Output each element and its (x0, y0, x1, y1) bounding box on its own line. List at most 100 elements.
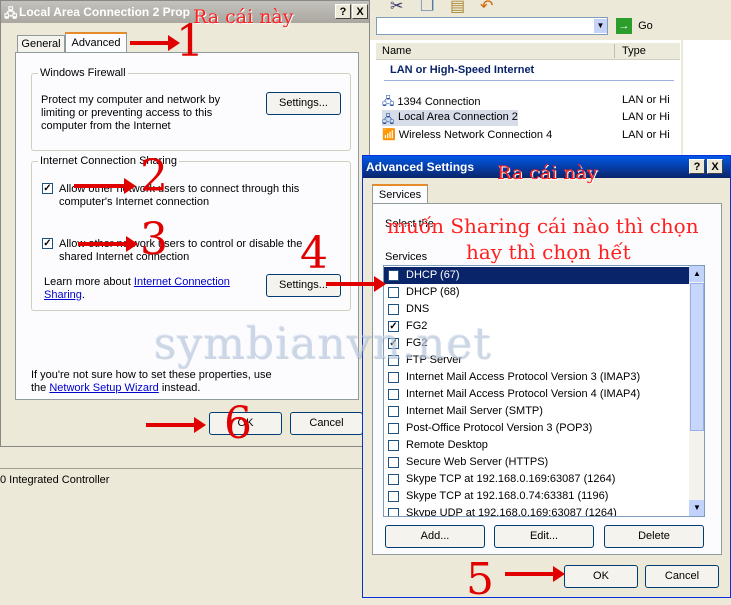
service-row[interactable]: Internet Mail Access Protocol Version 4 … (384, 386, 689, 403)
step-number-6: 6 (224, 398, 252, 449)
step-number-3: 3 (140, 214, 168, 265)
service-row[interactable]: Internet Mail Server (SMTP) (384, 403, 689, 420)
column-name[interactable]: Name (382, 45, 411, 57)
scroll-down-button[interactable]: ▼ (689, 500, 704, 516)
service-checkbox[interactable] (388, 474, 399, 485)
service-row[interactable]: Secure Web Server (HTTPS) (384, 454, 689, 471)
background-window-edge (0, 490, 365, 598)
arrow-5 (505, 566, 565, 582)
help-button[interactable]: ? (335, 4, 351, 19)
arrow-2 (74, 178, 136, 194)
network-connection-icon: 🖧 (382, 96, 395, 108)
go-button[interactable]: → Go (616, 18, 653, 36)
firewall-text: Protect my computer and network by limit… (41, 94, 221, 132)
properties-cancel-button[interactable]: Cancel (290, 412, 363, 435)
service-label: Internet Mail Access Protocol Version 4 … (406, 388, 641, 400)
service-row[interactable]: DHCP (67) (384, 267, 689, 284)
service-row[interactable]: Internet Mail Access Protocol Version 3 … (384, 369, 689, 386)
network-setup-wizard-link[interactable]: Network Setup Wizard (49, 382, 158, 394)
annotation-hint-line2: hay thì chọn hết (466, 240, 631, 264)
step-number-2: 2 (140, 151, 168, 202)
service-checkbox[interactable] (388, 423, 399, 434)
service-label: Skype UDP at 192.168.0.169:63087 (1264) (406, 507, 617, 517)
advanced-ok-button[interactable]: OK (564, 565, 638, 588)
service-row[interactable]: DHCP (68) (384, 284, 689, 301)
annotation-ra-cai-nay-2: Ra cái này (497, 162, 598, 184)
arrow-1 (130, 35, 180, 51)
allow-control-checkbox[interactable]: ✓ (42, 238, 53, 249)
address-input[interactable] (376, 17, 608, 35)
service-checkbox[interactable] (388, 508, 399, 516)
service-label: DHCP (68) (406, 286, 460, 298)
tab-services[interactable]: Services (372, 184, 428, 204)
service-label: Remote Desktop (406, 439, 488, 451)
close-button[interactable]: X (707, 159, 723, 174)
properties-title: Local Area Connection 2 Prop (19, 5, 190, 19)
annotation-hint-line1: muốn Sharing cái nào thì chọn (387, 214, 699, 238)
list-item[interactable]: 🖧 Local Area Connection 2 LAN or Hi (382, 110, 682, 126)
service-label: Internet Mail Access Protocol Version 3 … (406, 371, 641, 383)
service-checkbox[interactable] (388, 389, 399, 400)
services-list[interactable]: DHCP (67) DHCP (68) DNS ✓ FG2 ✓ FG2 FTP Server I… (383, 265, 705, 517)
learn-more-text: Learn more about Internet Connection Sha… (44, 276, 230, 301)
list-item[interactable]: 🖧 1394 Connection LAN or Hi (382, 93, 682, 109)
service-row[interactable]: Skype TCP at 192.168.0.74:63381 (1196) (384, 488, 689, 505)
arrow-3 (78, 236, 138, 252)
tab-advanced[interactable]: Advanced (65, 32, 127, 52)
list-item[interactable]: 📶 Wireless Network Connection 4 LAN or H… (382, 128, 682, 144)
allow-connect-checkbox[interactable]: ✓ (42, 183, 53, 194)
go-label: Go (638, 20, 653, 32)
step-number-5: 5 (466, 554, 494, 605)
close-button[interactable]: X (352, 4, 368, 19)
service-row[interactable]: DNS (384, 301, 689, 318)
arrow-4 (326, 276, 386, 292)
service-row[interactable]: Skype UDP at 192.168.0.169:63087 (1264) (384, 505, 689, 517)
service-checkbox[interactable] (388, 491, 399, 502)
tab-general[interactable]: General (17, 35, 65, 53)
service-checkbox[interactable] (388, 287, 399, 298)
service-checkbox[interactable] (388, 372, 399, 383)
watermark: symbianvn.net (153, 318, 492, 369)
properties-dialog: 🖧 Local Area Connection 2 Prop ? X Gener… (0, 0, 370, 447)
status-text: 0 Integrated Controller (0, 474, 110, 486)
annotation-ra-cai-nay-1: Ra cái này (193, 6, 294, 28)
service-row[interactable]: Post-Office Protocol Version 3 (POP3) (384, 420, 689, 437)
help-button[interactable]: ? (689, 159, 705, 174)
ics-help-link[interactable]: Internet Connection (134, 276, 230, 288)
add-service-button[interactable]: Add... (385, 525, 485, 548)
service-label: Internet Mail Server (SMTP) (406, 405, 543, 417)
go-arrow-icon: → (616, 18, 632, 34)
firewall-settings-button[interactable]: Settings... (266, 92, 341, 115)
service-label: Skype TCP at 192.168.0.169:63087 (1264) (406, 473, 616, 485)
service-checkbox[interactable] (388, 304, 399, 315)
service-label: Secure Web Server (HTTPS) (406, 456, 549, 468)
wireless-icon: 📶 (382, 129, 396, 141)
service-label: DNS (406, 303, 430, 315)
services-scrollbar[interactable]: ▲ ▼ (689, 266, 704, 516)
ics-help-link-cont[interactable]: Sharing (44, 289, 82, 301)
service-label: Skype TCP at 192.168.0.74:63381 (1196) (406, 490, 609, 502)
list-header: Name Type (376, 43, 680, 60)
advanced-title: Advanced Settings (366, 160, 475, 174)
service-checkbox[interactable] (388, 406, 399, 417)
delete-service-button[interactable]: Delete (604, 525, 704, 548)
edit-service-button[interactable]: Edit... (494, 525, 594, 548)
address-bar: ▼ → Go (370, 14, 731, 40)
firewall-legend: Windows Firewall (40, 67, 126, 79)
service-checkbox[interactable] (388, 440, 399, 451)
service-row[interactable]: Skype TCP at 192.168.0.169:63087 (1264) (384, 471, 689, 488)
service-label: Post-Office Protocol Version 3 (POP3) (406, 422, 593, 434)
advanced-cancel-button[interactable]: Cancel (645, 565, 719, 588)
service-row[interactable]: Remote Desktop (384, 437, 689, 454)
service-checkbox[interactable] (388, 270, 399, 281)
scroll-up-button[interactable]: ▲ (689, 266, 704, 282)
service-checkbox[interactable] (388, 457, 399, 468)
column-type[interactable]: Type (622, 45, 646, 57)
group-header: LAN or High-Speed Internet (390, 64, 535, 76)
explorer-toolbar: ✂ ❐ ▤ ↶ (370, 0, 731, 15)
scroll-thumb[interactable] (690, 283, 704, 431)
background-status-bar: 0 Integrated Controller (0, 468, 365, 491)
address-dropdown-button[interactable]: ▼ (594, 19, 607, 33)
arrow-6 (146, 417, 206, 433)
step-number-4: 4 (300, 228, 328, 279)
